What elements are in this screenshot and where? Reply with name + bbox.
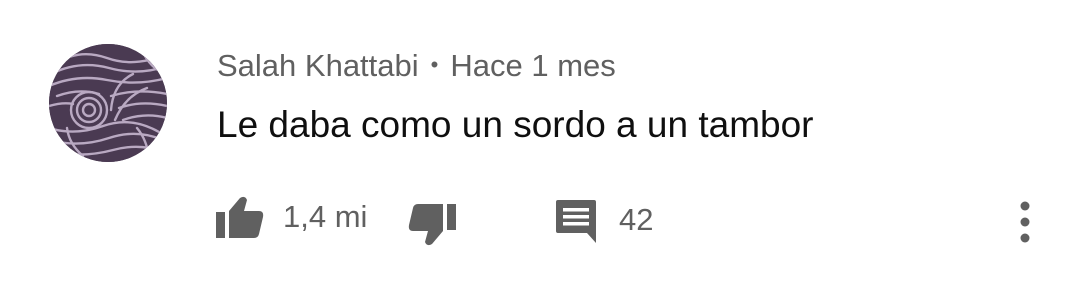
comment-time[interactable]: Hace 1 mes bbox=[450, 48, 615, 84]
thumbs-up-icon[interactable] bbox=[216, 196, 264, 238]
more-vertical-icon[interactable] bbox=[1015, 201, 1035, 243]
avatar-pattern bbox=[49, 44, 167, 162]
dislike-button[interactable] bbox=[408, 200, 456, 248]
like-count: 1,4 mi bbox=[283, 199, 368, 234]
separator-dot: • bbox=[430, 52, 439, 77]
comment-icon[interactable] bbox=[555, 197, 597, 243]
author-name[interactable]: Salah Khattabi bbox=[217, 48, 419, 84]
avatar[interactable] bbox=[49, 44, 167, 162]
like-button[interactable]: 1,4 mi bbox=[216, 196, 367, 238]
reply-button[interactable]: 42 bbox=[555, 197, 653, 243]
thumbs-down-icon[interactable] bbox=[408, 200, 456, 248]
more-actions-button[interactable] bbox=[1015, 201, 1035, 243]
comment-header: Salah Khattabi • Hace 1 mes bbox=[217, 44, 616, 88]
comment-text: Le daba como un sordo a un tambor bbox=[217, 104, 814, 145]
reply-count: 42 bbox=[619, 202, 654, 237]
